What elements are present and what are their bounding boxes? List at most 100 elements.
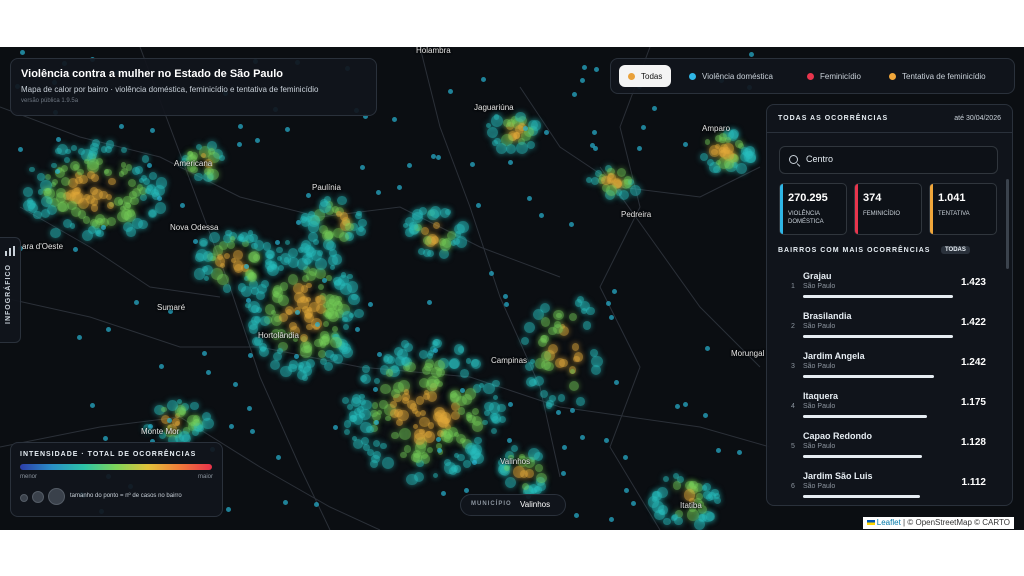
ranking-row[interactable]: 5 Capao Redondo São Paulo 1.128 [781,429,986,469]
heat-point [486,126,498,138]
heat-point [322,277,328,283]
panel-divider [767,132,1012,133]
heat-point [440,490,446,496]
heat-point [658,505,668,515]
heat-point [571,343,579,351]
heat-point [126,227,136,237]
panel-scrollbar[interactable] [1006,179,1009,269]
heat-point [420,227,429,236]
heat-point [370,409,378,418]
heat-point [248,323,259,334]
heat-point [520,336,529,345]
heat-point [453,452,459,459]
heat-point [622,454,628,460]
place-label-jaguariuna: Jaguariúna [474,103,514,112]
heat-point [306,246,316,257]
heat-point [488,271,494,277]
card-label: TENTATIVA [938,211,970,217]
place-label-amparo: Amparo [702,124,731,133]
occurrences-panel: TODAS AS OCORRÊNCIAS até 30/04/2026 270.… [766,104,1013,506]
heat-point [705,512,715,522]
heat-point [663,517,671,526]
violencia-dot-icon [689,72,696,80]
ranking-row[interactable]: 1 Grajau São Paulo 1.423 [781,269,986,309]
heat-point [371,402,379,409]
heat-point [409,402,418,411]
heat-point [346,281,358,293]
heat-point [419,409,426,416]
heat-point [433,359,445,371]
bairro-city: São Paulo [803,483,836,490]
heat-point [616,168,626,178]
heat-point [166,417,172,423]
card-value: 1.041 [938,192,966,204]
heat-point [276,246,283,253]
ranking-row[interactable]: 2 Brasilandia São Paulo 1.422 [781,309,986,349]
place-label-paulinia: Paulínia [312,183,341,192]
heat-point [522,125,528,131]
heat-point [711,489,719,497]
todas-dot-icon [628,72,635,80]
heat-point [350,293,358,301]
heat-point [341,396,349,404]
heat-point [461,394,473,405]
municipio-badge: MUNICÍPIO Valinhos [460,494,566,516]
filter-tentativa[interactable]: Tentativa de feminicídio [889,65,986,87]
heat-point [506,437,512,443]
heat-point [619,189,630,200]
heat-point [280,253,292,265]
filter-todas[interactable]: Todas [619,65,672,87]
heat-point [251,242,258,249]
heat-point [719,146,726,153]
heat-point [715,447,721,453]
legend-title: INTENSIDADE · TOTAL DE OCORRÊNCIAS [20,451,197,458]
heat-point [284,126,290,132]
map-attribution: Leaflet | © OpenStreetMap © CARTO [862,517,1014,529]
category-filter-bar: Todas Violência doméstica Feminicídio Te… [610,58,1015,94]
leaflet-link[interactable]: Leaflet [877,518,901,527]
ranking-row[interactable]: 6 Jardim São Luis São Paulo 1.112 [781,469,986,509]
bairro-count: 1.242 [960,357,986,368]
place-label-hortolandia: Hortolândia [258,331,299,340]
rank-number: 2 [791,323,795,330]
municipio-value: Valinhos [520,500,551,509]
heat-point [249,429,255,435]
heat-point [287,274,299,285]
heat-point [605,301,611,307]
bar-chart-icon [5,246,15,256]
place-label-santa-barbara: ara d'Oeste [22,242,64,251]
heat-point [408,221,418,231]
heat-point [193,172,203,182]
heat-point [491,428,497,434]
heat-point [540,334,549,344]
heat-point [474,436,482,445]
card-feminicidio: 374 FEMINICÍDIO [854,183,922,235]
bairro-name: Itaquera [803,391,839,401]
heat-point [60,177,70,187]
filter-violencia-domestica[interactable]: Violência doméstica [689,65,773,87]
heat-point [133,299,139,305]
heat-point [453,465,462,473]
heat-point [317,283,324,290]
heat-point [671,515,678,521]
ranking-row[interactable]: 4 Itaquera São Paulo 1.175 [781,389,986,429]
heat-point [71,145,77,151]
heat-point [327,311,339,323]
bairro-name: Capao Redondo [803,431,872,441]
size-small-icon [20,494,28,502]
bairro-count: 1.112 [961,477,986,488]
heat-point [228,423,234,429]
heat-point [591,356,603,368]
filter-feminicidio[interactable]: Feminicídio [807,65,861,87]
search-box[interactable] [779,146,998,174]
ranking-row[interactable]: 3 Jardim Angela São Paulo 1.242 [781,349,986,389]
heat-point [453,343,465,355]
search-input[interactable] [804,153,988,165]
heat-point [60,164,68,172]
heat-point [391,431,399,440]
heat-point [568,221,574,227]
heat-point [497,403,506,413]
infografico-tab[interactable]: INFOGRÁFICO [0,237,21,343]
page-title: Violência contra a mulher no Estado de S… [21,68,284,80]
heat-point [338,232,349,243]
